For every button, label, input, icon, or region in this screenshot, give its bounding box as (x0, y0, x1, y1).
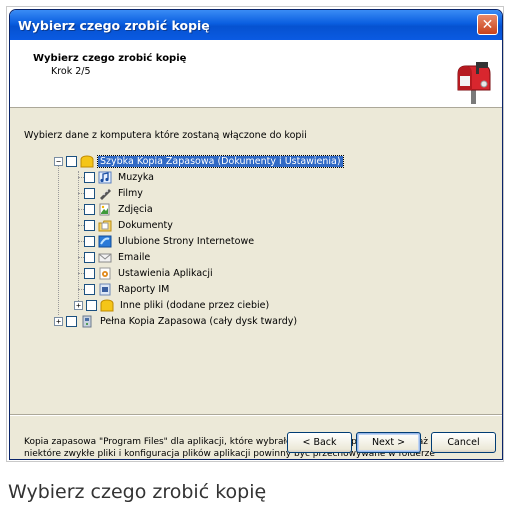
expand-toggle[interactable]: + (54, 316, 63, 326)
folder-icon (80, 154, 94, 168)
collapse-toggle[interactable]: − (54, 156, 63, 166)
wizard-body: Wybierz dane z komputera które zostaną w… (10, 108, 502, 459)
tree-connector (78, 171, 79, 301)
tree-item-films[interactable]: Filmy (84, 185, 145, 201)
music-icon (98, 171, 112, 184)
tree-connector (58, 165, 59, 315)
emails-checkbox[interactable] (84, 251, 95, 263)
tree-item-documents[interactable]: Dokumenty (84, 217, 175, 233)
im-report-icon (98, 283, 112, 296)
app-settings-label: Ustawienia Aplikacji (118, 267, 213, 279)
footer-separator (10, 414, 502, 416)
tree-item-im-reports[interactable]: Raporty IM (84, 281, 171, 297)
tree-item-other-files[interactable]: + Inne pliki (dodane przez ciebie) (74, 297, 271, 313)
close-icon: ✕ (481, 16, 494, 33)
im-reports-label: Raporty IM (118, 283, 170, 295)
documents-checkbox[interactable] (84, 219, 95, 231)
im-reports-checkbox[interactable] (84, 283, 95, 295)
tree-item-quick-backup[interactable]: − Szybka Kopia Zapasowa (Dokumenty i Ust… (54, 153, 344, 169)
instruction-text: Wybierz dane z komputera które zostaną w… (24, 130, 307, 141)
expand-toggle[interactable]: + (74, 300, 83, 310)
folder-icon (100, 298, 114, 312)
documents-folder-icon (98, 219, 112, 232)
header-title: Wybierz czego zrobić kopię (33, 53, 187, 64)
other-files-checkbox[interactable] (86, 299, 97, 311)
back-button[interactable]: < Back (287, 432, 352, 453)
music-label: Muzyka (118, 171, 154, 183)
cancel-button[interactable]: Cancel (431, 432, 496, 453)
next-button[interactable]: Next > (356, 432, 421, 453)
step-indicator: Krok 2/5 (51, 66, 91, 77)
pictures-label: Zdjęcia (118, 203, 153, 215)
wizard-window: Wybierz czego zrobić kopię ✕ Wybierz cze… (9, 9, 503, 460)
backup-tree[interactable]: − Szybka Kopia Zapasowa (Dokumenty i Ust… (54, 153, 350, 423)
documents-label: Dokumenty (118, 219, 173, 231)
tree-item-emails[interactable]: Emaile (84, 249, 152, 265)
emails-label: Emaile (118, 251, 151, 263)
hard-drive-icon (80, 315, 94, 328)
app-settings-checkbox[interactable] (84, 267, 95, 279)
quick-backup-label: Szybka Kopia Zapasowa (Dokumenty i Ustaw… (97, 154, 344, 168)
picture-icon (98, 203, 112, 216)
tree-item-app-settings[interactable]: Ustawienia Aplikacji (84, 265, 215, 281)
full-backup-checkbox[interactable] (66, 315, 77, 327)
email-icon (98, 251, 112, 264)
wizard-header: Wybierz czego zrobić kopię Krok 2/5 (10, 40, 502, 108)
other-files-label: Inne pliki (dodane przez ciebie) (120, 299, 270, 311)
pictures-checkbox[interactable] (84, 203, 95, 215)
full-backup-label: Pełna Kopia Zapasowa (cały dysk twardy) (100, 315, 298, 327)
favorites-label: Ulubione Strony Internetowe (118, 235, 255, 247)
tree-item-music[interactable]: Muzyka (84, 169, 156, 185)
favorites-checkbox[interactable] (84, 235, 95, 247)
tree-item-full-backup[interactable]: + Pełna Kopia Zapasowa (cały dysk twardy… (54, 313, 299, 329)
app-settings-icon (98, 267, 112, 280)
internet-favorites-icon (98, 235, 112, 248)
film-icon (98, 187, 112, 200)
title-bar[interactable]: Wybierz czego zrobić kopię ✕ (10, 10, 502, 40)
image-caption: Wybierz czego zrobić kopię (8, 481, 267, 503)
tree-item-pictures[interactable]: Zdjęcia (84, 201, 155, 217)
music-checkbox[interactable] (84, 171, 95, 183)
films-checkbox[interactable] (84, 187, 95, 199)
tree-item-favorites[interactable]: Ulubione Strony Internetowe (84, 233, 256, 249)
close-button[interactable]: ✕ (477, 14, 498, 35)
quick-backup-checkbox[interactable] (66, 155, 77, 167)
window-title: Wybierz czego zrobić kopię (18, 17, 210, 33)
mailbox-icon (457, 62, 491, 104)
films-label: Filmy (118, 187, 143, 199)
